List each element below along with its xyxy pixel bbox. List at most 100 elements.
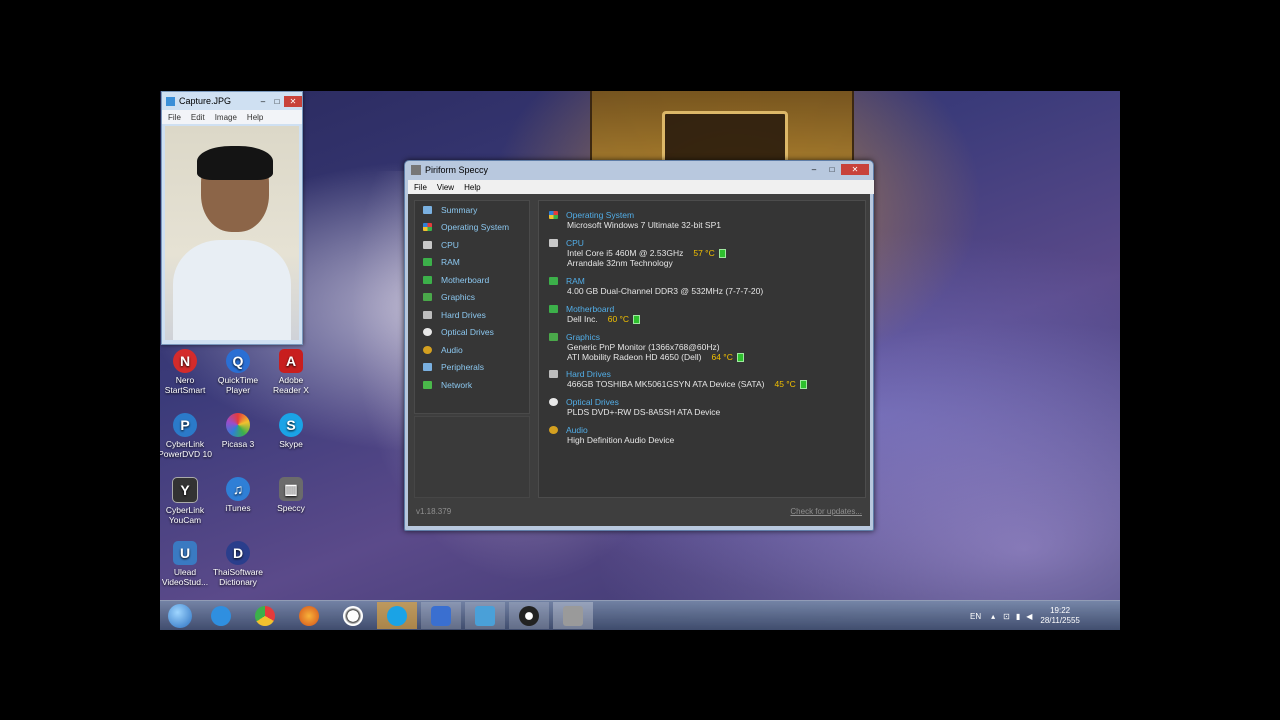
desktop-icon-powerdvd[interactable]: P CyberLink PowerDVD 10: [160, 413, 212, 459]
motherboard-icon: [549, 304, 558, 313]
capture-window-title: Capture.JPG: [179, 96, 232, 106]
audio-icon: [549, 425, 558, 434]
section-heading[interactable]: Audio: [566, 425, 588, 435]
optical-drive-value: PLDS DVD+-RW DS-8A5SH ATA Device: [567, 407, 721, 417]
sidebar-item-audio[interactable]: Audio: [415, 341, 529, 359]
sidebar-item-operating-system[interactable]: Operating System: [415, 219, 529, 237]
sidebar-item-peripherals[interactable]: Peripherals: [415, 359, 529, 377]
taskbar-chrome[interactable]: [245, 602, 285, 629]
taskbar-capture-viewer[interactable]: [465, 602, 505, 629]
menu-view[interactable]: View: [437, 183, 454, 192]
minimize-button[interactable]: –: [805, 164, 823, 175]
section-heading[interactable]: Hard Drives: [566, 369, 611, 379]
check-updates-link[interactable]: Check for updates...: [790, 507, 862, 516]
sidebar-item-cpu[interactable]: CPU: [415, 236, 529, 254]
ulead-icon: U: [173, 541, 197, 565]
desktop-icon-label: ThaiSoftware: [212, 567, 264, 577]
sidebar-item-ram[interactable]: RAM: [415, 254, 529, 272]
ram-icon: [549, 276, 558, 285]
photo-shirt: [173, 240, 291, 340]
section-heading[interactable]: RAM: [566, 276, 585, 286]
sidebar-item-label: Hard Drives: [441, 309, 486, 320]
desktop-icon-adobe-reader[interactable]: A Adobe Reader X: [264, 349, 318, 395]
section-heading[interactable]: Optical Drives: [566, 397, 619, 407]
desktop-icon-speccy[interactable]: ▥ Speccy: [264, 477, 318, 513]
section-optical-drives: Optical Drives PLDS DVD+-RW DS-8A5SH ATA…: [549, 396, 720, 417]
desktop-icon-label: Player: [225, 385, 251, 395]
peripherals-icon: [423, 363, 432, 372]
sidebar-item-graphics[interactable]: Graphics: [415, 289, 529, 307]
clock[interactable]: 19:22 28/11/2555: [1040, 606, 1079, 626]
capture-image-window[interactable]: Capture.JPG – □ ✕ File Edit Image Help: [161, 91, 303, 345]
youcam-icon: Y: [172, 477, 198, 503]
maximize-button[interactable]: □: [270, 96, 284, 107]
gpu-value: ATI Mobility Radeon HD 4650 (Dell): [567, 352, 702, 362]
optical-drive-icon: [549, 397, 558, 406]
desktop-icon-label: Nero: [175, 375, 195, 385]
sidebar-item-label: Operating System: [441, 222, 510, 233]
taskbar-firefox[interactable]: [289, 602, 329, 629]
optical-drive-icon: [423, 328, 432, 337]
sidebar-item-hard-drives[interactable]: Hard Drives: [415, 306, 529, 324]
hard-drive-value: 466GB TOSHIBA MK5061GSYN ATA Device (SAT…: [567, 379, 765, 389]
close-button[interactable]: ✕: [841, 164, 869, 175]
sidebar-item-summary[interactable]: Summary: [415, 201, 529, 219]
desktop-icon-thaisoftware-dictionary[interactable]: D ThaiSoftware Dictionary: [211, 541, 265, 587]
section-motherboard: Motherboard Dell Inc. 60 °C: [549, 303, 641, 325]
sidebar-item-label: Summary: [441, 204, 478, 215]
desktop-icon-picasa[interactable]: Picasa 3: [211, 413, 265, 449]
taskbar-skype[interactable]: [377, 602, 417, 629]
sidebar-item-label: RAM: [441, 257, 460, 268]
close-button[interactable]: ✕: [284, 95, 302, 107]
menu-edit[interactable]: Edit: [191, 113, 205, 122]
desktop-icon-youcam[interactable]: Y CyberLink YouCam: [160, 477, 212, 525]
desktop-icon-label: CyberLink: [165, 439, 205, 449]
start-button[interactable]: [160, 602, 200, 629]
sidebar-item-motherboard[interactable]: Motherboard: [415, 271, 529, 289]
signal-icon[interactable]: ▮: [1016, 612, 1020, 621]
taskbar-webcam[interactable]: [509, 602, 549, 629]
taskbar-messenger[interactable]: [421, 602, 461, 629]
desktop-icon-quicktime[interactable]: Q QuickTime Player: [211, 349, 265, 395]
taskbar-internet-explorer[interactable]: [201, 602, 241, 629]
harddrive-icon: [549, 369, 558, 378]
volume-icon[interactable]: ◀: [1026, 612, 1032, 621]
windows-icon: [423, 223, 432, 232]
sidebar-item-network[interactable]: Network: [415, 376, 529, 394]
menu-help[interactable]: Help: [247, 113, 263, 122]
menu-file[interactable]: File: [414, 183, 427, 192]
taskbar: EN ▴ ⊡ ▮ ◀ 19:22 28/11/2555: [160, 600, 1120, 630]
motherboard-icon: [423, 275, 432, 284]
section-heading[interactable]: Operating System: [566, 210, 634, 220]
desktop-icon-nero[interactable]: N Nero StartSmart: [160, 349, 212, 395]
menu-help[interactable]: Help: [464, 183, 480, 192]
monitor-value: Generic PnP Monitor (1366x768@60Hz): [567, 342, 720, 352]
section-heading[interactable]: Motherboard: [566, 304, 614, 314]
minimize-button[interactable]: –: [256, 96, 270, 107]
language-indicator[interactable]: EN: [970, 612, 981, 621]
windows-icon: [549, 210, 558, 219]
menu-file[interactable]: File: [168, 113, 181, 122]
taskbar-speccy[interactable]: [553, 602, 593, 629]
speccy-titlebar[interactable]: Piriform Speccy – □ ✕: [405, 161, 873, 178]
speccy-sidebar: Summary Operating System CPU RAM Motherb…: [414, 200, 530, 414]
taskbar-soccer-app[interactable]: [333, 602, 373, 629]
menu-image[interactable]: Image: [215, 113, 237, 122]
summary-panel: Operating System Microsoft Windows 7 Ult…: [538, 200, 866, 498]
desktop-icon-skype[interactable]: S Skype: [264, 413, 318, 449]
network-icon[interactable]: ⊡: [1003, 612, 1010, 621]
speccy-menubar: File View Help: [408, 180, 874, 194]
capture-window-titlebar[interactable]: Capture.JPG – □ ✕: [162, 92, 302, 110]
section-graphics: Graphics Generic PnP Monitor (1366x768@6…: [549, 331, 744, 363]
temperature-bar-icon: [718, 249, 726, 259]
desktop-icon-itunes[interactable]: ♫ iTunes: [211, 477, 265, 513]
sidebar-item-label: Peripherals: [441, 362, 484, 373]
sidebar-item-optical-drives[interactable]: Optical Drives: [415, 324, 529, 342]
maximize-button[interactable]: □: [823, 164, 841, 175]
speccy-window[interactable]: Piriform Speccy – □ ✕ File View Help Sum…: [404, 160, 874, 531]
section-heading[interactable]: Graphics: [566, 332, 600, 342]
section-heading[interactable]: CPU: [566, 238, 584, 248]
desktop-icon-ulead[interactable]: U Ulead VideoStud...: [160, 541, 212, 587]
tray-expand-icon[interactable]: ▴: [991, 612, 995, 621]
desktop-icon-label: StartSmart: [164, 385, 206, 395]
